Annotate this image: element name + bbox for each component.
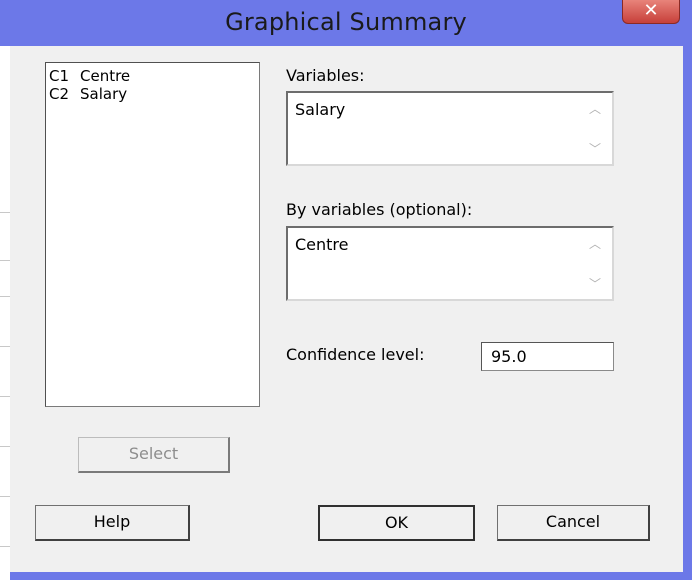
scroll-down-icon[interactable]: ﹀ xyxy=(588,143,602,155)
grid-line xyxy=(0,296,10,297)
dialog-body: C1 Centre C2 Salary Variables: Salary ︿ ﹀ … xyxy=(10,46,683,572)
variable-list[interactable]: C1 Centre C2 Salary xyxy=(45,62,260,407)
background-window-edge xyxy=(0,46,10,580)
variables-value: Salary xyxy=(295,100,346,119)
dialog-title: Graphical Summary xyxy=(225,8,467,36)
title-bar[interactable]: Graphical Summary ✕ xyxy=(0,0,692,46)
grid-line xyxy=(0,446,10,447)
confidence-level-label: Confidence level: xyxy=(286,345,425,364)
grid-line xyxy=(0,546,10,547)
by-variables-value: Centre xyxy=(295,235,349,254)
grid-line xyxy=(0,396,10,397)
scroll-up-icon[interactable]: ︿ xyxy=(588,103,602,115)
close-button[interactable]: ✕ xyxy=(622,0,680,24)
column-name: Centre xyxy=(80,67,131,85)
grid-line xyxy=(0,260,10,261)
column-id: C2 xyxy=(49,85,70,103)
by-variables-field[interactable]: Centre ︿ ﹀ xyxy=(286,226,614,301)
cancel-button[interactable]: Cancel xyxy=(497,505,650,541)
column-id: C1 xyxy=(49,67,70,85)
select-button[interactable]: Select xyxy=(78,437,230,473)
help-button[interactable]: Help xyxy=(35,505,190,541)
scroll-up-icon[interactable]: ︿ xyxy=(588,238,602,250)
confidence-level-value: 95.0 xyxy=(491,347,527,366)
variables-label: Variables: xyxy=(286,66,365,85)
dialog-window: Graphical Summary ✕ C1 Centre C2 Salary Va… xyxy=(0,0,692,580)
variables-field[interactable]: Salary ︿ ﹀ xyxy=(286,91,614,166)
scroll-down-icon[interactable]: ﹀ xyxy=(588,278,602,290)
grid-line xyxy=(0,212,10,213)
grid-line xyxy=(0,496,10,497)
by-variables-label: By variables (optional): xyxy=(286,200,473,219)
close-icon: ✕ xyxy=(643,0,659,21)
column-name: Salary xyxy=(80,85,128,103)
ok-button[interactable]: OK xyxy=(318,505,475,541)
grid-line xyxy=(0,346,10,347)
list-item[interactable]: C1 Centre xyxy=(49,67,130,85)
confidence-level-input[interactable]: 95.0 xyxy=(481,342,614,371)
list-item[interactable]: C2 Salary xyxy=(49,85,127,103)
